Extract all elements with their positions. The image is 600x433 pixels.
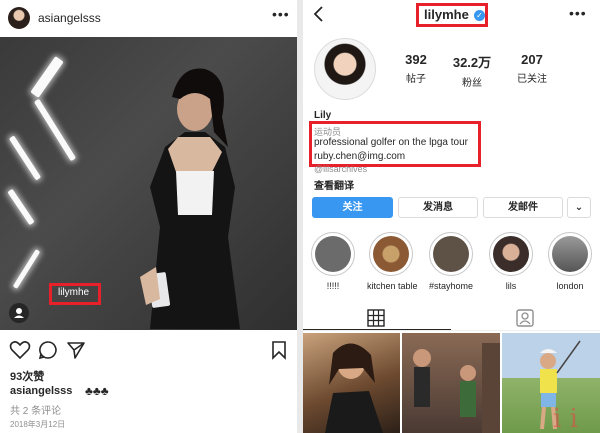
like-icon[interactable] <box>9 340 31 360</box>
grid-post-figure <box>540 340 581 430</box>
highlight-label: #stayhome <box>428 281 474 291</box>
bio-description: professional golfer on the lpga tour <box>314 137 468 148</box>
post-actions <box>0 340 297 364</box>
grid-post-3[interactable] <box>502 333 600 433</box>
highlight-ring <box>429 232 473 276</box>
highlight-ring <box>548 232 592 276</box>
suggestions-dropdown-button[interactable]: ⌄ <box>567 197 591 218</box>
stat-posts-label: 帖子 <box>406 74 426 85</box>
stat-posts-count: 392 <box>405 52 427 67</box>
stat-followers-label: 粉丝 <box>462 78 482 89</box>
highlight-label: !!!!! <box>326 281 340 291</box>
active-tab-indicator <box>303 329 451 330</box>
profile-panel: lilymhe ✓ ••• 392 帖子 32.2万 粉丝 207 已关注 Li… <box>303 0 600 433</box>
verified-badge-icon: ✓ <box>474 10 485 21</box>
story-highlight[interactable]: #stayhome <box>427 232 475 291</box>
profile-title: lilymhe <box>424 7 469 22</box>
stat-followers-count: 32.2万 <box>452 55 492 70</box>
avatar[interactable] <box>8 7 30 29</box>
like-count[interactable]: 93次赞 <box>10 368 44 384</box>
post-panel: asiangelsss ••• lilymhe 93次赞 asiangelsss… <box>0 0 297 433</box>
tabs-divider <box>303 330 600 331</box>
highlight-cover <box>373 236 409 272</box>
more-options-icon[interactable]: ••• <box>569 5 587 21</box>
caption-username[interactable]: asiangelsss <box>10 385 72 397</box>
highlight-cover <box>315 236 351 272</box>
tagged-people-icon[interactable] <box>9 303 29 323</box>
story-highlight[interactable]: !!!!! <box>309 232 357 291</box>
highlight-label: lils <box>505 281 517 291</box>
grid-post-2[interactable] <box>402 333 500 433</box>
post-header: asiangelsss ••• <box>0 0 297 36</box>
person-figure <box>140 68 240 329</box>
see-translation-link[interactable]: 查看翻译 <box>314 177 354 192</box>
comment-icon[interactable] <box>38 340 58 360</box>
bio-mention-link[interactable]: @lilsarchives <box>314 164 367 174</box>
stat-following[interactable]: 207 已关注 <box>502 52 562 85</box>
grid-post-figure <box>413 343 500 433</box>
stat-posts[interactable]: 392 帖子 <box>386 52 446 85</box>
grid-post-1[interactable] <box>303 333 400 433</box>
watermark: i i <box>553 404 578 433</box>
user-tag[interactable]: lilymhe <box>58 287 89 298</box>
profile-avatar[interactable] <box>314 38 376 100</box>
highlight-cover <box>552 236 588 272</box>
post-username[interactable]: asiangelsss <box>38 11 101 25</box>
caption-text: ♣♣♣ <box>85 384 109 398</box>
email-button[interactable]: 发邮件 <box>483 197 563 218</box>
story-highlight[interactable]: kitchen table <box>367 232 418 291</box>
highlight-ring <box>311 232 355 276</box>
follow-button[interactable]: 关注 <box>312 197 393 218</box>
stat-followers[interactable]: 32.2万 粉丝 <box>442 52 502 89</box>
bookmark-icon[interactable] <box>270 340 288 360</box>
highlight-label: kitchen table <box>367 281 418 291</box>
more-options-icon[interactable]: ••• <box>272 6 290 22</box>
bio-email[interactable]: ruby.chen@img.com <box>314 151 405 162</box>
stat-following-label: 已关注 <box>517 74 547 85</box>
stat-following-count: 207 <box>521 52 543 67</box>
post-date: 2018年3月12日 <box>10 420 66 429</box>
view-comments-link[interactable]: 共 2 条评论 <box>10 402 61 417</box>
highlight-ring <box>489 232 533 276</box>
post-photo[interactable] <box>0 37 297 330</box>
back-arrow-icon[interactable] <box>312 4 326 24</box>
share-icon[interactable] <box>66 340 86 360</box>
bio-name: Lily <box>314 110 332 121</box>
grid-view-icon[interactable] <box>367 309 385 327</box>
message-button[interactable]: 发消息 <box>398 197 478 218</box>
highlight-cover <box>493 236 529 272</box>
story-highlight[interactable]: lils <box>487 232 535 291</box>
tagged-posts-icon[interactable] <box>516 309 534 327</box>
highlight-ring <box>369 232 413 276</box>
highlight-label: london <box>556 281 584 291</box>
grid-post-figure <box>325 343 383 433</box>
story-highlight[interactable]: london <box>546 232 594 291</box>
highlight-cover <box>433 236 469 272</box>
